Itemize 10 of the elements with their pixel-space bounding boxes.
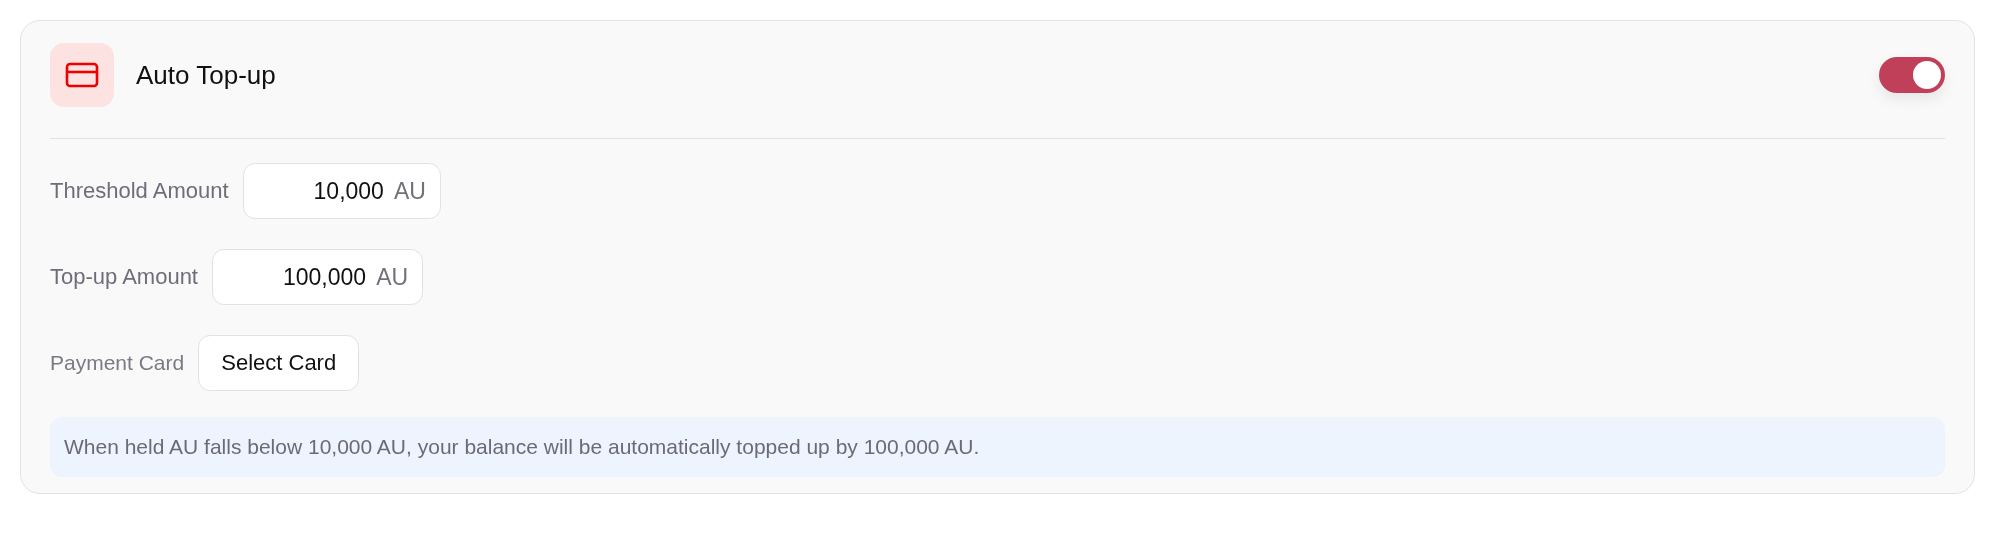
card-icon xyxy=(50,43,114,107)
card-title: Auto Top-up xyxy=(136,59,277,91)
select-card-button[interactable]: Select Card xyxy=(198,335,360,391)
field-label: Top-up Amount xyxy=(50,264,198,290)
amount-field[interactable]: 10,000 AU xyxy=(242,163,441,219)
info-message: When held AU falls below 10,000 AU, your balance will be automatically topped up by 100,000 AU. xyxy=(50,417,1945,477)
field-label: Threshold Amount xyxy=(50,178,229,204)
toggle-switch[interactable] xyxy=(1879,57,1945,93)
amount-field[interactable]: 100,000 AU xyxy=(212,249,424,305)
field-label: Payment Card xyxy=(50,351,185,375)
